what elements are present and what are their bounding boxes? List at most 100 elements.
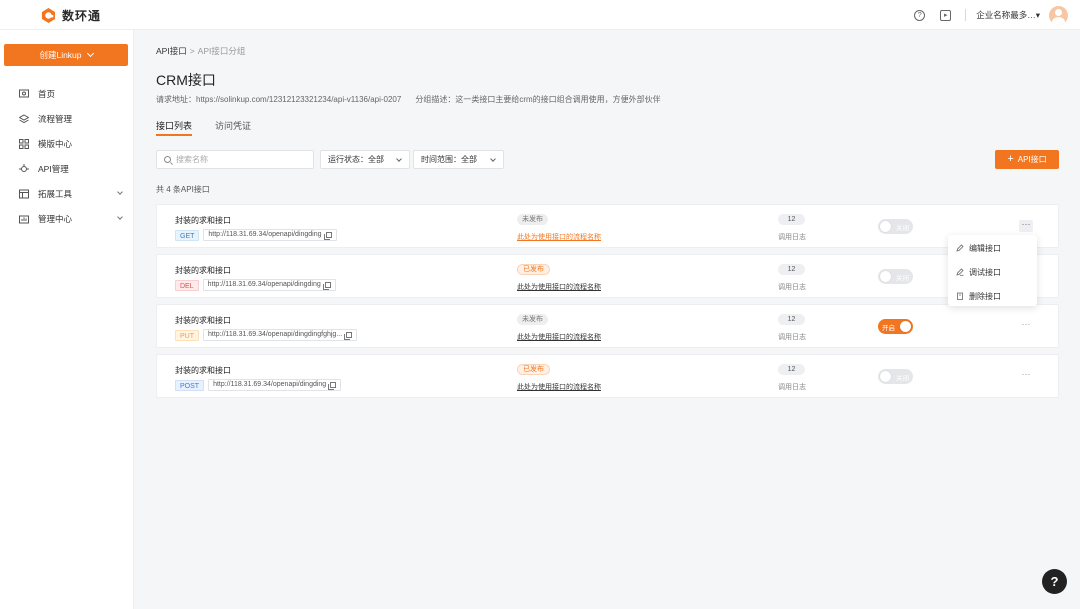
more-icon[interactable]: ··· [1019, 220, 1033, 232]
search-icon [164, 156, 171, 163]
toggle-label: 关闭 [896, 275, 909, 282]
call-count: 12 [778, 264, 805, 275]
sidebar-item-flows[interactable]: 流程管理 [0, 106, 134, 131]
divider [965, 9, 967, 21]
debug-icon [956, 268, 964, 276]
sidebar-item-tools[interactable]: 拓展工具 [0, 181, 134, 206]
avatar[interactable] [1049, 5, 1068, 25]
search-box[interactable] [156, 150, 314, 169]
chevron-down-icon [86, 49, 94, 58]
enable-toggle[interactable]: 开启 [878, 319, 913, 334]
sidebar-item-templates[interactable]: 模版中心 [0, 131, 134, 156]
layers-icon [19, 113, 29, 123]
toggle-label: 关闭 [896, 225, 909, 232]
menu-item-edit[interactable]: 编辑接口 [948, 237, 1037, 259]
question-circle-icon[interactable]: ? [914, 9, 926, 21]
toggle-label: 开启 [882, 325, 895, 332]
method-badge: POST [175, 379, 205, 391]
menu-item-label: 编辑接口 [969, 243, 1001, 253]
top-bar: 数环通 ? ▸ 企业名称最多…▾ [0, 0, 1080, 30]
sidebar: 创建Linkup 首页 流程管理 模版中心 API管理 拓展工具 管理中心 [0, 30, 134, 609]
logo-text: 数环通 [62, 9, 102, 23]
menu-item-debug[interactable]: 调试接口 [948, 261, 1037, 283]
company-selector[interactable]: 企业名称最多…▾ [976, 9, 1040, 21]
copy-icon[interactable] [322, 282, 331, 290]
create-linkup-label: 创建Linkup [39, 50, 82, 60]
sidebar-item-admin[interactable]: 管理中心 [0, 206, 134, 231]
logo[interactable]: 数环通 [40, 7, 101, 24]
call-log-link[interactable]: 调用日志 [778, 332, 806, 342]
sidebar-item-home[interactable]: 首页 [0, 81, 134, 106]
enable-toggle[interactable]: 关闭 [878, 219, 913, 234]
api-row[interactable]: 封装的求和接口 GET http://118.31.69.34/openapi/… [156, 204, 1059, 248]
add-api-button[interactable]: + API接口 [995, 150, 1059, 169]
call-log-link[interactable]: 调用日志 [778, 382, 806, 392]
api-row[interactable]: 封装的求和接口 DEL http://118.31.69.34/openapi/… [156, 254, 1059, 298]
api-row[interactable]: 封装的求和接口 PUT http://118.31.69.34/openapi/… [156, 304, 1059, 348]
grid-icon [19, 138, 29, 149]
api-name: 封装的求和接口 [175, 366, 231, 375]
api-icon [19, 163, 29, 172]
toggle-knob [880, 221, 891, 232]
sidebar-item-label: 流程管理 [38, 113, 73, 124]
api-url: http://118.31.69.34/openapi/dingding [203, 229, 337, 241]
toggle-knob [900, 321, 911, 332]
sidebar-item-api[interactable]: API管理 [0, 156, 134, 181]
edit-icon [956, 244, 964, 252]
call-log-link[interactable]: 调用日志 [778, 282, 806, 292]
enable-toggle[interactable]: 关闭 [878, 269, 913, 284]
api-url-text: http://118.31.69.34/openapi/dingding [213, 381, 327, 388]
api-name: 封装的求和接口 [175, 316, 231, 325]
api-row[interactable]: 封装的求和接口 POST http://118.31.69.34/openapi… [156, 354, 1059, 398]
api-url: http://118.31.69.34/openapi/dingdingfghj… [203, 329, 358, 341]
chart-icon [19, 215, 29, 223]
toggle-knob [880, 271, 891, 282]
toggle-label: 关闭 [896, 375, 909, 382]
group-description: 分组描述：这一类接口主要给crm的接口组合调用使用，方便外部伙伴 [415, 95, 661, 104]
help-button[interactable]: ? [1042, 569, 1067, 594]
flow-link[interactable]: 此处为使用接口的流程名称 [517, 232, 601, 242]
tab-credentials[interactable]: 访问凭证 [215, 119, 251, 136]
flow-link[interactable]: 此处为使用接口的流程名称 [517, 332, 601, 342]
status-select[interactable]: 运行状态：全部 [320, 150, 410, 169]
time-range-select[interactable]: 时间范围：全部 [413, 150, 504, 169]
call-log-link[interactable]: 调用日志 [778, 232, 806, 242]
search-input[interactable] [176, 155, 306, 164]
copy-icon[interactable] [344, 332, 353, 340]
api-name: 封装的求和接口 [175, 216, 231, 225]
copy-icon[interactable] [323, 232, 332, 240]
chevron-down-icon [117, 214, 123, 220]
sidebar-item-label: 拓展工具 [38, 188, 73, 199]
copy-icon[interactable] [328, 382, 337, 390]
sidebar-nav: 首页 流程管理 模版中心 API管理 拓展工具 管理中心 [0, 81, 134, 231]
enable-toggle[interactable]: 关闭 [878, 369, 913, 384]
chevron-down-icon [117, 189, 123, 195]
sidebar-item-label: 模版中心 [38, 138, 73, 149]
delete-icon [957, 292, 963, 300]
method-badge: DEL [175, 279, 199, 291]
breadcrumb-root[interactable]: API接口 [156, 46, 187, 56]
api-url-text: http://118.31.69.34/openapi/dingdingfghj… [208, 331, 343, 338]
call-count: 12 [778, 364, 805, 375]
more-icon[interactable]: ··· [1019, 370, 1033, 382]
status-badge: 未发布 [517, 214, 548, 225]
api-name: 封装的求和接口 [175, 266, 231, 275]
result-count: 共 4 条API接口 [156, 185, 210, 194]
toolbox-icon [19, 189, 29, 198]
api-list: 封装的求和接口 GET http://118.31.69.34/openapi/… [156, 204, 1059, 404]
create-linkup-button[interactable]: 创建Linkup [4, 44, 128, 66]
tab-api-list[interactable]: 接口列表 [156, 119, 193, 136]
call-count: 12 [778, 214, 805, 225]
flow-link[interactable]: 此处为使用接口的流程名称 [517, 282, 601, 292]
filter-bar: 运行状态：全部 时间范围：全部 + API接口 [156, 150, 1059, 170]
api-url: http://118.31.69.34/openapi/dingding [208, 379, 342, 391]
sidebar-item-label: 首页 [38, 88, 56, 99]
more-icon[interactable]: ··· [1019, 320, 1033, 332]
play-box-icon[interactable]: ▸ [940, 9, 952, 21]
api-url-text: http://118.31.69.34/openapi/dingding [207, 281, 321, 288]
menu-item-delete[interactable]: 删除接口 [948, 285, 1037, 307]
breadcrumb-current: API接口分组 [197, 46, 246, 56]
tabs: 接口列表 访问凭证 [156, 119, 1059, 139]
breadcrumb-separator: > [189, 46, 195, 56]
flow-link[interactable]: 此处为使用接口的流程名称 [517, 382, 601, 392]
